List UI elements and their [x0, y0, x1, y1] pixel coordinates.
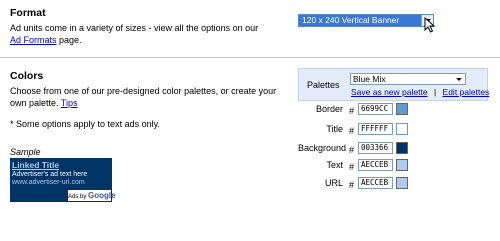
text-label: Text: [326, 160, 343, 170]
hash-symbol: #: [349, 106, 355, 116]
text-color-input[interactable]: AECCEB: [358, 159, 393, 171]
hash-symbol: #: [349, 162, 355, 172]
colors-description: Choose from one of our pre-designed colo…: [10, 85, 278, 109]
border-label: Border: [315, 104, 343, 114]
section-divider: [0, 57, 500, 58]
colors-desc-text: Choose from one of our pre-designed colo…: [10, 86, 277, 108]
format-select[interactable]: 120 x 240 Vertical Banner: [298, 14, 434, 27]
format-description: Ad units come in a variety of sizes - vi…: [10, 22, 265, 46]
url-color-swatch[interactable]: [396, 177, 408, 189]
text-ads-note: * Some options apply to text ads only.: [10, 119, 160, 129]
url-color-input[interactable]: AECCEB: [358, 177, 393, 189]
background-color-input[interactable]: 003366: [358, 142, 393, 154]
title-label: Title: [326, 124, 343, 134]
palette-select-value: Blue Mix: [353, 74, 386, 84]
palette-links: Save as new palette | Edit palettes: [351, 87, 489, 97]
sample-ad-url: www.advertiser-url.com: [12, 179, 85, 186]
hash-symbol: #: [349, 180, 355, 190]
tips-link[interactable]: Tips: [61, 98, 78, 108]
text-color-swatch[interactable]: [396, 159, 408, 171]
hash-symbol: #: [349, 145, 355, 155]
ads-by-label: Ads by: [68, 194, 87, 200]
format-heading: Format: [10, 7, 46, 19]
google-logo-text: Google: [88, 191, 116, 200]
border-color-input[interactable]: 6699CC: [358, 103, 393, 115]
sample-ad-text: Advertiser's ad text here: [12, 171, 88, 178]
format-select-value: 120 x 240 Vertical Banner: [302, 15, 400, 25]
hash-symbol: #: [349, 126, 355, 136]
sample-label: Sample: [10, 147, 41, 157]
format-desc-tail: page.: [56, 35, 82, 45]
palettes-panel: Palettes Blue Mix Save as new palette | …: [298, 68, 489, 101]
ads-by-google-badge: Ads by Google: [68, 190, 116, 201]
background-label: Background: [298, 143, 347, 153]
save-palette-link[interactable]: Save as new palette: [351, 87, 428, 97]
url-label: URL: [324, 178, 343, 188]
title-color-swatch[interactable]: [396, 123, 408, 135]
ad-formats-link[interactable]: Ad Formats: [10, 35, 57, 45]
sample-ad-title: Linked Title: [12, 160, 60, 170]
title-color-input[interactable]: FFFFFF: [358, 123, 393, 135]
sample-ad-preview: Linked Title Advertiser's ad text here w…: [10, 158, 116, 202]
background-color-swatch[interactable]: [396, 142, 408, 154]
border-color-swatch[interactable]: [396, 103, 408, 115]
palette-select[interactable]: Blue Mix: [350, 73, 466, 85]
format-desc-text: Ad units come in a variety of sizes - vi…: [10, 23, 259, 33]
mouse-pointer-icon: [424, 17, 436, 33]
palettes-label: Palettes: [307, 80, 340, 90]
edit-palettes-link[interactable]: Edit palettes: [443, 87, 490, 97]
colors-heading: Colors: [10, 70, 44, 82]
link-separator: |: [433, 87, 437, 97]
